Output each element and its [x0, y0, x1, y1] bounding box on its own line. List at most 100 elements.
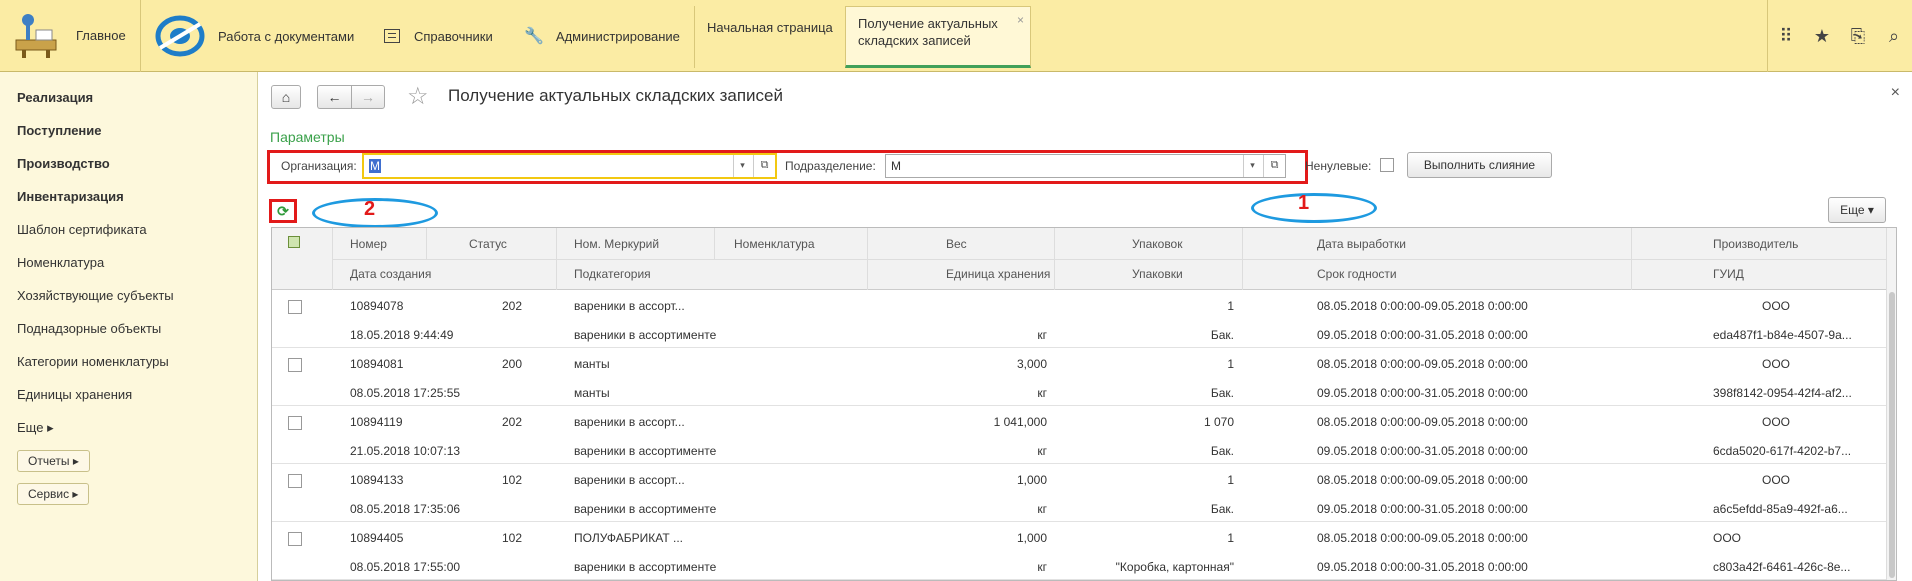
- col-pack-type[interactable]: Упаковки: [1132, 267, 1183, 281]
- list-icon: [384, 29, 400, 43]
- cell-weight: 1,000: [1016, 531, 1047, 545]
- cell-packs: 1 070: [1203, 415, 1234, 429]
- col-status[interactable]: Статус: [469, 237, 507, 251]
- col-producer[interactable]: Производитель: [1713, 237, 1798, 251]
- sidebar-item-entities[interactable]: Хозяйствующие субъекты: [17, 288, 174, 303]
- home-button[interactable]: ⌂: [271, 85, 301, 109]
- back-button[interactable]: ←: [317, 85, 351, 109]
- cell-expiry: 09.05.2018 0:00:00-31.05.2018 0:00:00: [1317, 502, 1528, 516]
- cell-status: 202: [502, 299, 523, 313]
- row-checkbox[interactable]: [288, 300, 302, 314]
- nav-docs[interactable]: Работа с документами: [218, 0, 354, 72]
- favorite-star-icon[interactable]: ☆: [407, 82, 429, 111]
- row-checkbox[interactable]: [288, 358, 302, 372]
- col-unit[interactable]: Единица хранения: [946, 267, 1050, 281]
- cell-prod-date: 08.05.2018 0:00:00-09.05.2018 0:00:00: [1317, 473, 1528, 487]
- search-icon[interactable]: ⌕: [1876, 26, 1912, 47]
- dept-field[interactable]: М ▾ ⧉: [885, 154, 1286, 178]
- cell-merc: ПОЛУФАБРИКАТ ...: [574, 531, 684, 545]
- sidebar-item-categories[interactable]: Категории номенклатуры: [17, 354, 169, 369]
- docs-icon: [155, 15, 205, 57]
- refresh-button[interactable]: ⟳: [269, 199, 297, 223]
- cell-subcat: манты: [574, 386, 610, 400]
- cell-unit: кг: [1037, 328, 1047, 342]
- sidebar-item-nomenclature[interactable]: Номенклатура: [17, 255, 104, 270]
- merge-button[interactable]: Выполнить слияние: [1407, 152, 1552, 178]
- open-icon[interactable]: ⧉: [753, 155, 775, 177]
- sidebar-item-production[interactable]: Производство: [17, 156, 110, 171]
- cell-guid: 398f8142-0954-42f4-af2...: [1713, 386, 1852, 400]
- arrow-left-icon: ←: [327, 89, 342, 105]
- sidebar-item-receipts[interactable]: Поступление: [17, 123, 102, 138]
- forward-button[interactable]: →: [351, 85, 385, 109]
- row-checkbox[interactable]: [288, 474, 302, 488]
- col-expiry[interactable]: Срок годности: [1317, 267, 1397, 281]
- sidebar-item-inventory[interactable]: Инвентаризация: [17, 189, 124, 204]
- grid-icon[interactable]: ⠿: [1768, 26, 1804, 47]
- table-row[interactable]: 10894405 102 ПОЛУФАБРИКАТ ... 1,000 1 08…: [272, 522, 1896, 580]
- tab-home-page[interactable]: Начальная страница: [694, 6, 846, 68]
- col-prod-date[interactable]: Дата выработки: [1317, 237, 1406, 251]
- cell-guid: eda487f1-b84e-4507-9a...: [1713, 328, 1852, 342]
- cell-guid: c803a42f-6461-426c-8e...: [1713, 560, 1851, 574]
- sidebar-item-supervised[interactable]: Поднадзорные объекты: [17, 321, 161, 336]
- chevron-down-icon[interactable]: ▾: [733, 155, 751, 177]
- chevron-down-icon[interactable]: ▾: [1243, 155, 1261, 177]
- cell-expiry: 09.05.2018 0:00:00-31.05.2018 0:00:00: [1317, 560, 1528, 574]
- select-all-icon[interactable]: [288, 236, 300, 248]
- sidebar-item-cert-template[interactable]: Шаблон сертификата: [17, 222, 147, 237]
- org-field[interactable]: М ▾ ⧉: [362, 153, 777, 179]
- history-icon[interactable]: ⎘: [1840, 26, 1876, 47]
- col-created[interactable]: Дата создания: [350, 267, 431, 281]
- close-icon[interactable]: ×: [1891, 84, 1900, 102]
- tab-close-icon[interactable]: ×: [1017, 13, 1024, 27]
- cell-number: 10894133: [350, 473, 404, 487]
- sidebar-item-units[interactable]: Единицы хранения: [17, 387, 132, 402]
- star-icon[interactable]: ★: [1804, 26, 1840, 47]
- open-icon[interactable]: ⧉: [1263, 155, 1285, 177]
- service-button[interactable]: Сервис ▸: [17, 483, 90, 505]
- cell-packs: 1: [1227, 357, 1234, 371]
- table-row[interactable]: 10894133 102 вареники в ассорт... 1,000 …: [272, 464, 1896, 522]
- scrollbar-thumb[interactable]: [1889, 292, 1895, 578]
- sidebar: Реализация Поступление Производство Инве…: [0, 72, 258, 581]
- nav-admin[interactable]: 🔧 Администрирование: [524, 0, 680, 72]
- cell-prod-date: 08.05.2018 0:00:00-09.05.2018 0:00:00: [1317, 299, 1528, 313]
- col-nomenclature[interactable]: Номенклатура: [734, 237, 815, 251]
- arrow-right-icon: →: [361, 89, 375, 105]
- sidebar-item-sales[interactable]: Реализация: [17, 90, 93, 105]
- cell-status: 200: [502, 357, 523, 371]
- nonzero-checkbox[interactable]: [1380, 158, 1394, 172]
- table-scrollbar[interactable]: [1886, 228, 1896, 580]
- cell-weight: 1 041,000: [993, 415, 1047, 429]
- col-subcategory[interactable]: Подкатегория: [574, 267, 651, 281]
- table-row[interactable]: 10894119 202 вареники в ассорт... 1 041,…: [272, 406, 1896, 464]
- reports-button[interactable]: Отчеты ▸: [17, 450, 90, 472]
- cell-status: 102: [502, 531, 523, 545]
- more-button[interactable]: Еще ▾: [1828, 197, 1886, 223]
- cell-subcat: вареники в ассортименте: [574, 560, 717, 574]
- col-guid[interactable]: ГУИД: [1713, 267, 1744, 281]
- home-label: Главное: [76, 28, 126, 43]
- col-packs[interactable]: Упаковок: [1132, 237, 1182, 251]
- table-row[interactable]: 10894078 202 вареники в ассорт... 1 08.0…: [272, 290, 1896, 348]
- col-merc-nom[interactable]: Ном. Меркурий: [574, 237, 659, 251]
- sidebar-more[interactable]: Еще ▸: [17, 420, 54, 436]
- nav-catalogs-label: Справочники: [414, 28, 493, 44]
- cell-unit: кг: [1037, 444, 1047, 458]
- nav-catalogs[interactable]: Справочники: [384, 0, 493, 72]
- col-number[interactable]: Номер: [350, 237, 387, 251]
- nav-docs-label: Работа с документами: [218, 28, 355, 44]
- home-section[interactable]: Главное: [0, 0, 140, 72]
- col-weight[interactable]: Вес: [946, 237, 967, 251]
- table-row[interactable]: 10894081 200 манты 3,000 1 08.05.2018 0:…: [272, 348, 1896, 406]
- cell-subcat: вареники в ассортименте: [574, 328, 717, 342]
- row-checkbox[interactable]: [288, 416, 302, 430]
- params-link[interactable]: Параметры: [270, 129, 345, 145]
- tab-warehouse-records[interactable]: Получение актуальных складских записей ×: [845, 6, 1031, 68]
- row-checkbox[interactable]: [288, 532, 302, 546]
- cell-weight: 1,000: [1016, 473, 1047, 487]
- cell-unit: кг: [1037, 386, 1047, 400]
- cell-status: 102: [502, 473, 523, 487]
- cell-number: 10894119: [350, 415, 403, 429]
